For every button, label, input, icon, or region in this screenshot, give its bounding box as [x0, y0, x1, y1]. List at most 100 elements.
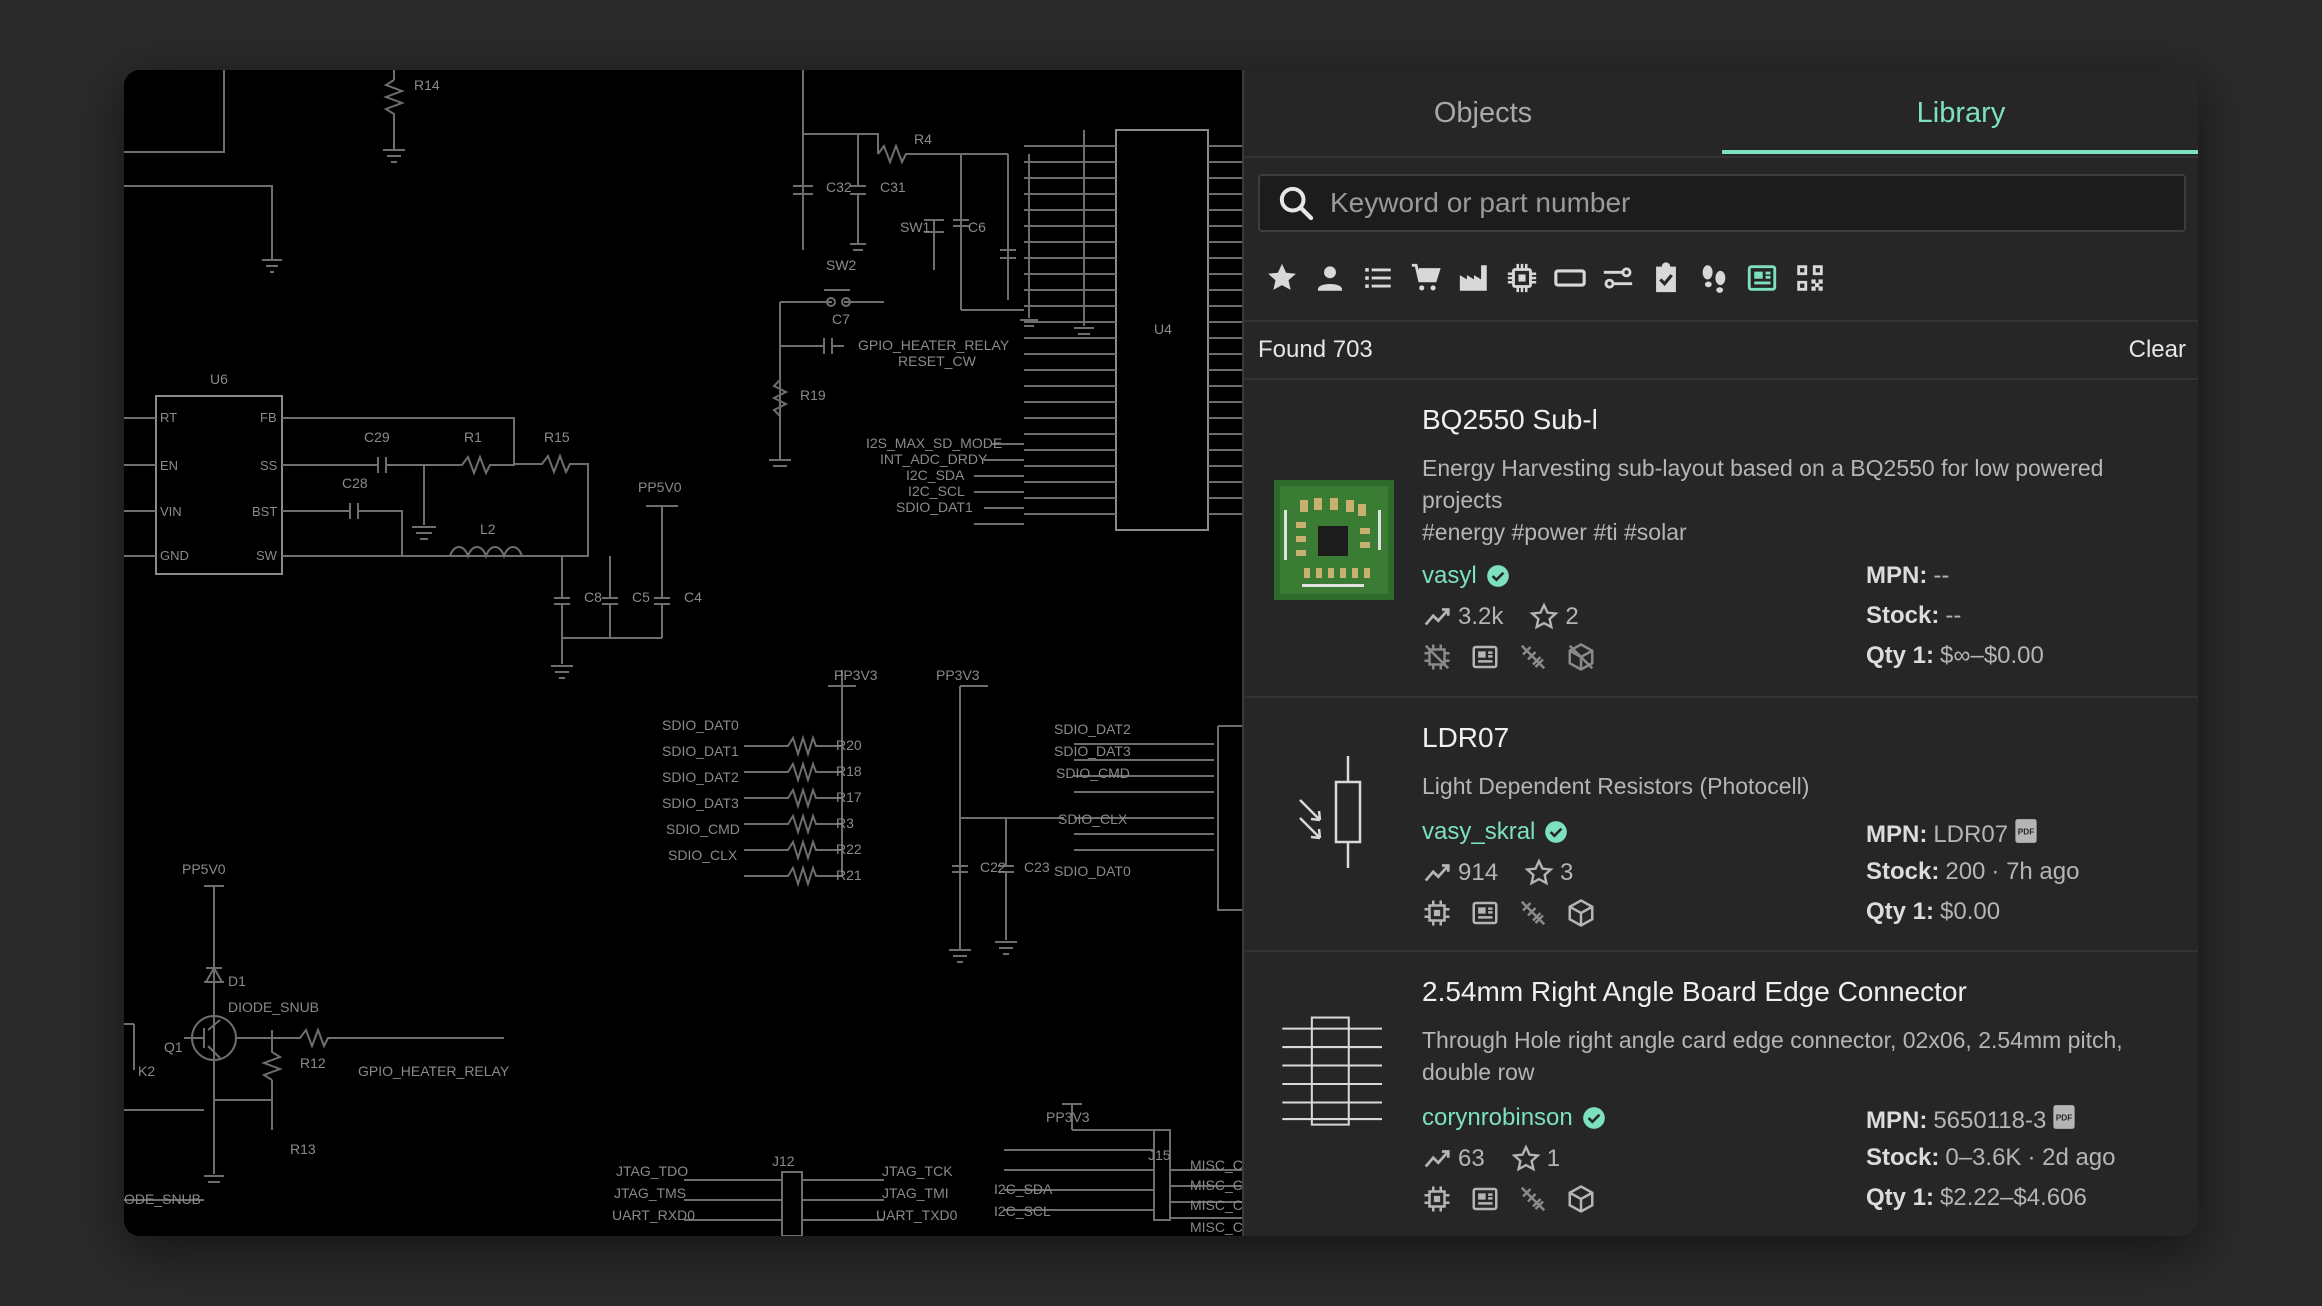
part-owner[interactable]: vasyl: [1422, 562, 1511, 590]
net-sdio-cmd-right: SDIO_CMD: [1056, 765, 1130, 781]
net-sdio-dat3-right: SDIO_DAT3: [1054, 743, 1131, 759]
designator-c28: C28: [342, 475, 368, 491]
stock-updated: · 2d ago: [2027, 1144, 2116, 1171]
net-misc-3: MISC_C: [1190, 1197, 1242, 1213]
chip-icon[interactable]: [1498, 254, 1546, 302]
net-sdio-dat0-right: SDIO_DAT0: [1054, 863, 1131, 879]
verified-icon: [1545, 821, 1568, 843]
part-asset-icons: [1422, 898, 1596, 928]
designator-c31: C31: [880, 179, 906, 195]
symbol-icon: [1424, 900, 1450, 926]
label-pp3v3-3: PP3V3: [1046, 1109, 1090, 1125]
no-footprint-icon: [1520, 644, 1546, 670]
part-owner[interactable]: corynrobinson: [1422, 1104, 1607, 1132]
layout-icon: [1472, 901, 1498, 925]
trend-icon: [1424, 608, 1450, 626]
label-pp5v0-2: PP5V0: [182, 861, 226, 877]
schematic-drawing[interactable]: R14 R4 C32 C31 SW1 C6 SW2 C7 U4 U6 C29 R…: [124, 70, 1242, 1236]
net-jtag-tms: JTAG_TMS: [614, 1185, 686, 1201]
part-stats: 914 3: [1422, 858, 1573, 888]
factory-icon[interactable]: [1450, 254, 1498, 302]
part-title[interactable]: LDR07: [1422, 722, 1509, 754]
list-icon[interactable]: [1354, 254, 1402, 302]
designator-r22: R22: [836, 841, 862, 857]
switch-icon[interactable]: [1594, 254, 1642, 302]
cart-icon[interactable]: [1402, 254, 1450, 302]
part-title[interactable]: 2.54mm Right Angle Board Edge Connector: [1422, 976, 1967, 1008]
net-sdio-dat1-left: SDIO_DAT1: [662, 743, 739, 759]
part-price: Qty 1: $∞–$0.00: [1866, 642, 2044, 670]
owner-name[interactable]: vasy_skral: [1422, 818, 1535, 846]
star-outline-icon[interactable]: [1529, 602, 1559, 632]
designator-r21: R21: [836, 867, 862, 883]
designator-u6: U6: [210, 371, 228, 387]
stars-count: 2: [1565, 603, 1579, 630]
designator-q1: Q1: [164, 1039, 183, 1055]
search-box[interactable]: [1258, 174, 2186, 232]
price-value: $0.00: [1940, 898, 2001, 925]
divider: [1244, 156, 2198, 158]
board-icon[interactable]: [1738, 254, 1786, 302]
verified-icon: [1486, 565, 1509, 587]
star-outline-icon[interactable]: [1511, 1144, 1541, 1174]
net-gpio-heater-relay-2: GPIO_HEATER_RELAY: [358, 1063, 510, 1079]
schematic-canvas[interactable]: R14 R4 C32 C31 SW1 C6 SW2 C7 U4 U6 C29 R…: [124, 70, 1242, 1236]
datasheet-pdf-icon[interactable]: PDF: [2014, 818, 2038, 851]
part-price: Qty 1: $0.00: [1866, 898, 2000, 926]
designator-sw2: SW2: [826, 257, 857, 273]
net-i2c-sda-2: I2C_SDA: [994, 1181, 1053, 1197]
part-mpn: MPN: LDR07 PDF: [1866, 818, 2038, 851]
u6-pin-rt: RT: [160, 410, 177, 425]
tab-library[interactable]: Library: [1722, 70, 2198, 156]
net-jtag-tmi: JTAG_TMI: [882, 1185, 949, 1201]
footsteps-icon[interactable]: [1690, 254, 1738, 302]
net-diode-snub: DIODE_SNUB: [228, 999, 319, 1015]
net-misc-2: MISC_C: [1190, 1177, 1242, 1193]
designator-c6: C6: [968, 219, 986, 235]
search-input[interactable]: [1328, 186, 2184, 220]
part-stats: 63 1: [1422, 1144, 1560, 1174]
net-int-adc-drdy: INT_ADC_DRDY: [880, 451, 988, 467]
u6-pin-gnd: GND: [160, 548, 189, 563]
net-i2c-scl: I2C_SCL: [908, 483, 965, 499]
qty-label: Qty 1:: [1866, 898, 1935, 925]
stock-value: 0–3.6K: [1945, 1144, 2022, 1171]
designator-r1: R1: [464, 429, 482, 445]
part-mpn: MPN: --: [1866, 562, 1949, 590]
star-icon[interactable]: [1258, 254, 1306, 302]
part-owner[interactable]: vasy_skral: [1422, 818, 1569, 846]
part-price: Qty 1: $2.22–$4.606: [1866, 1184, 2087, 1212]
owner-name[interactable]: corynrobinson: [1422, 1104, 1573, 1132]
stars-count: 3: [1560, 859, 1574, 886]
checked-icon[interactable]: [1642, 254, 1690, 302]
footprint-icon[interactable]: [1546, 254, 1594, 302]
results-bar: Found 703 Clear: [1244, 320, 2198, 380]
part-asset-icons: [1422, 1184, 1596, 1214]
part-title[interactable]: BQ2550 Sub-l: [1422, 404, 1598, 436]
part-card[interactable]: LDR07 Light Dependent Resistors (Photoce…: [1244, 698, 2198, 952]
part-description: Through Hole right angle card edge conne…: [1422, 1027, 2123, 1085]
clear-button[interactable]: Clear: [2129, 336, 2186, 364]
stock-label: Stock:: [1866, 1144, 1940, 1171]
designator-c4: C4: [684, 589, 702, 605]
views-count: 63: [1458, 1145, 1485, 1172]
part-stock: Stock: 0–3.6K · 2d ago: [1866, 1144, 2116, 1172]
datasheet-pdf-icon[interactable]: PDF: [2052, 1104, 2076, 1137]
qrcode-icon[interactable]: [1786, 254, 1834, 302]
no-3d-model-icon: [1568, 643, 1594, 671]
no-symbol-icon: [1424, 644, 1450, 670]
net-sdio-dat1: SDIO_DAT1: [896, 499, 973, 515]
star-outline-icon[interactable]: [1524, 858, 1554, 888]
part-mpn: MPN: 5650118-3 PDF: [1866, 1104, 2076, 1137]
user-icon[interactable]: [1306, 254, 1354, 302]
designator-k2: K2: [138, 1063, 155, 1079]
qty-label: Qty 1:: [1866, 1184, 1935, 1211]
u6-pin-bst: BST: [252, 504, 277, 519]
part-card[interactable]: BQ2550 Sub-l Energy Harvesting sub-layou…: [1244, 380, 2198, 698]
u6-pin-en: EN: [160, 458, 178, 473]
tab-objects[interactable]: Objects: [1244, 70, 1722, 156]
net-i2c-scl-2: I2C_SCL: [994, 1203, 1051, 1219]
part-card[interactable]: 2.54mm Right Angle Board Edge Connector …: [1244, 952, 2198, 1236]
designator-c7: C7: [832, 311, 850, 327]
owner-name[interactable]: vasyl: [1422, 562, 1477, 590]
